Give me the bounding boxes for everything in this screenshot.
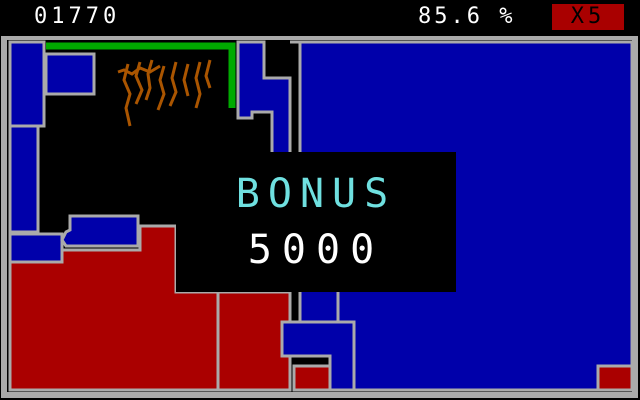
claimed-region-blue-left-2 <box>44 52 96 96</box>
score-display: 01770 <box>34 4 121 29</box>
claimed-region-red-small-2 <box>596 364 634 392</box>
bonus-value: 5000 <box>247 227 385 273</box>
bonus-panel: BONUS 5000 <box>176 152 456 292</box>
qix-icon <box>117 59 212 127</box>
claimed-percent-display: 85.6 % <box>418 4 516 29</box>
lives-badge: X5 <box>552 4 624 30</box>
claimed-region-blue-notch <box>60 214 140 248</box>
claimed-region-blue-left-1 <box>8 40 46 128</box>
lives-count: X5 <box>570 4 606 29</box>
claimed-region-blue-left-4 <box>8 232 64 264</box>
claimed-region-blue-stem <box>298 288 340 324</box>
claimed-region-blue-left-3 <box>8 124 40 234</box>
bonus-label: BONUS <box>235 171 397 217</box>
claimed-region-red-small-1 <box>292 364 332 392</box>
